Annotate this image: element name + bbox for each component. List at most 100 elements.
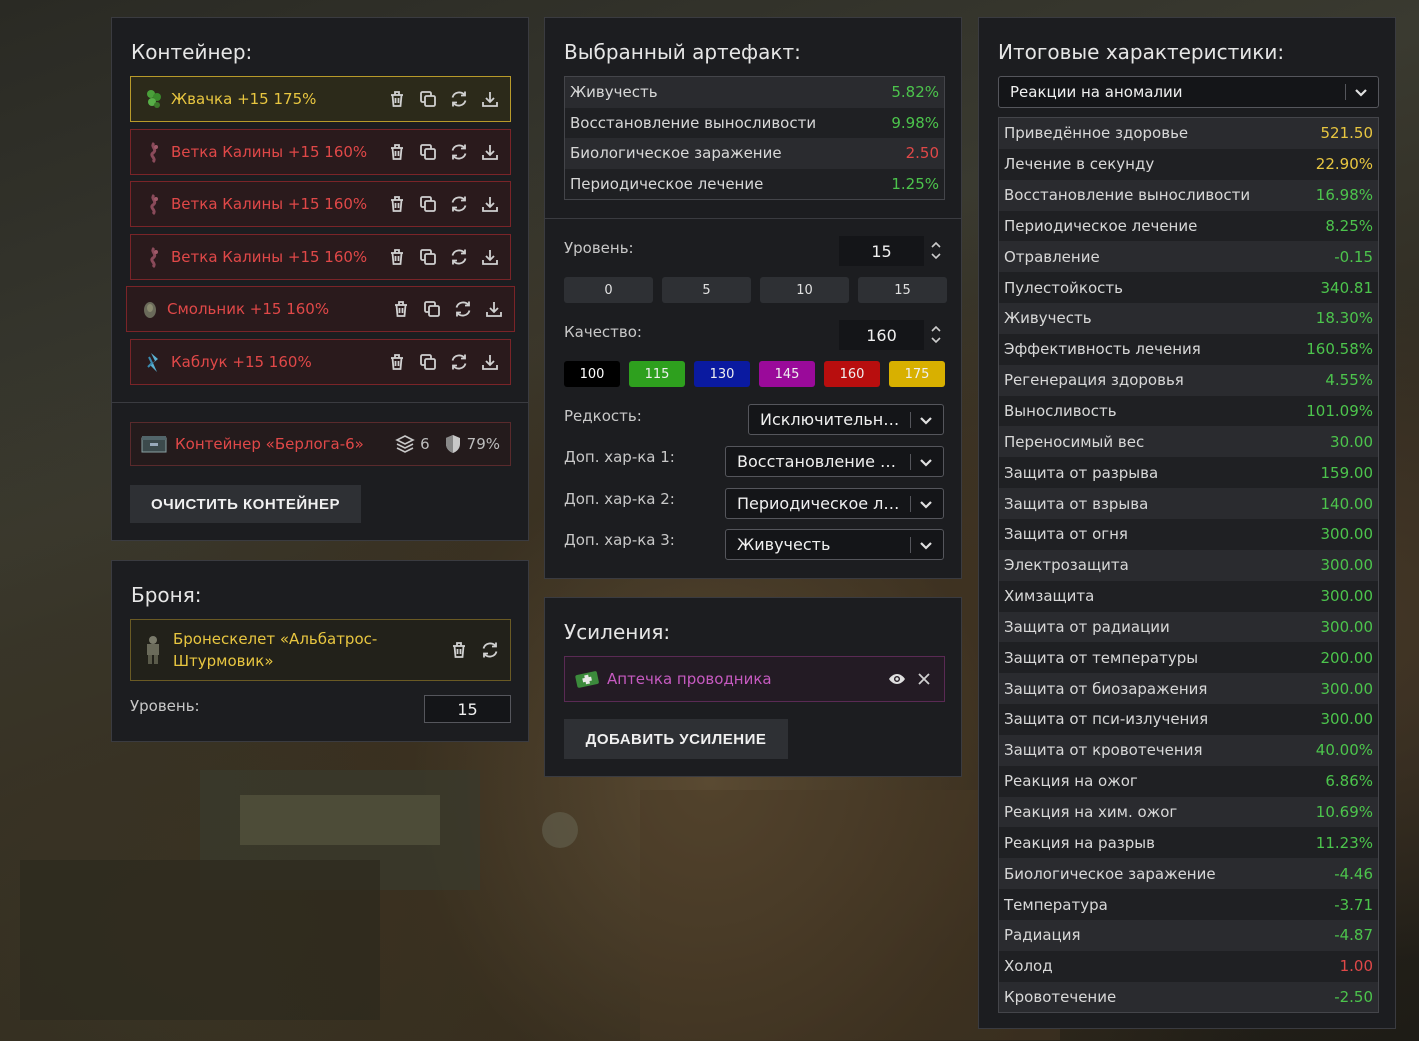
- kabluk-icon: [145, 351, 163, 373]
- copy-icon[interactable]: [417, 142, 438, 163]
- container-artifact-row[interactable]: Ветка Калины +15 160%: [130, 129, 511, 175]
- copy-icon[interactable]: [421, 299, 442, 320]
- container-artifact-row[interactable]: Ветка Калины +15 160%: [130, 234, 511, 280]
- stat-value: 6.86%: [1325, 772, 1373, 791]
- stat-value: 521.50: [1320, 124, 1374, 143]
- stat-name: Переносимый вес: [1004, 432, 1145, 451]
- chevron-down-icon: [919, 413, 943, 427]
- download-icon[interactable]: [479, 89, 500, 110]
- stat-row: Биологическое заражение -4.46: [999, 858, 1378, 890]
- extra3-select[interactable]: Живучесть: [725, 529, 944, 560]
- chevron-down-icon: [919, 497, 943, 511]
- rarity-select[interactable]: Исключительный: [748, 404, 944, 435]
- stat-value: 300.00: [1320, 525, 1374, 544]
- chevron-up-icon[interactable]: [930, 239, 942, 249]
- chevron-down-icon[interactable]: [930, 335, 942, 345]
- container-name: Контейнер «Берлога-6»: [175, 435, 364, 453]
- quality-spinner[interactable]: [930, 323, 942, 345]
- container-item[interactable]: Контейнер «Берлога-6» 6 79%: [130, 422, 511, 466]
- rarity-label: Редкость:: [564, 407, 642, 425]
- extra2-label: Доп. хар-ка 2:: [564, 490, 675, 508]
- refresh-icon[interactable]: [448, 89, 469, 110]
- quality-preset-button[interactable]: 130: [694, 361, 750, 387]
- stat-row: Защита от пси-излучения 300.00: [999, 704, 1378, 735]
- artifact-name: Ветка Калины +15 160%: [171, 195, 368, 213]
- stat-name: Регенерация здоровья: [1004, 371, 1184, 390]
- stat-row: Периодическое лечение 1.25%: [565, 168, 944, 199]
- copy-icon[interactable]: [417, 352, 438, 373]
- trash-icon[interactable]: [386, 194, 407, 215]
- copy-icon[interactable]: [417, 89, 438, 110]
- download-icon[interactable]: [479, 352, 500, 373]
- refresh-icon[interactable]: [452, 299, 473, 320]
- stat-name: Защита от огня: [1004, 525, 1128, 544]
- stats-filter-select[interactable]: Реакции на аномалии: [998, 76, 1379, 108]
- add-boost-button[interactable]: ДОБАВИТЬ УСИЛЕНИЕ: [564, 719, 788, 759]
- shield-icon: [445, 435, 460, 453]
- trash-icon[interactable]: [386, 142, 407, 163]
- copy-icon[interactable]: [417, 194, 438, 215]
- container-artifact-row[interactable]: Жвачка +15 175%: [130, 76, 511, 122]
- chevron-down-icon[interactable]: [930, 251, 942, 261]
- kalina-branch-icon: [145, 193, 163, 215]
- gum-artifact-icon: [145, 88, 163, 110]
- level-preset-button[interactable]: 15: [858, 277, 947, 303]
- quality-preset-button[interactable]: 115: [629, 361, 685, 387]
- level-preset-button[interactable]: 0: [564, 277, 653, 303]
- refresh-icon[interactable]: [448, 194, 469, 215]
- extra1-select[interactable]: Восстановление выносливости: [725, 446, 944, 477]
- refresh-icon[interactable]: [479, 640, 500, 661]
- refresh-icon[interactable]: [448, 142, 469, 163]
- container-panel: Контейнер: Жвачка +15 175% Ветка Калины +…: [111, 17, 529, 541]
- stat-name: Кровотечение: [1004, 988, 1117, 1007]
- stat-name: Эффективность лечения: [1004, 340, 1201, 359]
- quality-preset-button[interactable]: 160: [824, 361, 880, 387]
- stat-name: Приведённое здоровье: [1004, 124, 1189, 143]
- extra2-select[interactable]: Периодическое лечение: [725, 488, 944, 519]
- total-stats-title: Итоговые характеристики:: [998, 40, 1285, 64]
- boost-item[interactable]: Аптечка проводника: [564, 656, 945, 702]
- container-artifact-row[interactable]: Ветка Калины +15 160%: [130, 181, 511, 227]
- quality-preset-button[interactable]: 175: [889, 361, 945, 387]
- armor-item[interactable]: Бронескелет «Альбатрос-Штурмовик»: [130, 619, 511, 681]
- stat-name: Реакция на ожог: [1004, 772, 1138, 791]
- chevron-up-icon[interactable]: [930, 323, 942, 333]
- download-icon[interactable]: [479, 194, 500, 215]
- clear-container-button[interactable]: ОЧИСТИТЬ КОНТЕЙНЕР: [130, 485, 361, 523]
- trash-icon[interactable]: [386, 247, 407, 268]
- stat-name: Биологическое заражение: [570, 144, 782, 163]
- refresh-icon[interactable]: [448, 247, 469, 268]
- level-preset-button[interactable]: 5: [662, 277, 751, 303]
- container-artifact-row[interactable]: Смольник +15 160%: [126, 286, 515, 332]
- quality-preset-button[interactable]: 145: [759, 361, 815, 387]
- artifact-name: Ветка Калины +15 160%: [171, 248, 368, 266]
- armor-level-input[interactable]: 15: [424, 695, 511, 723]
- stat-name: Химзащита: [1004, 587, 1095, 606]
- artifact-name: Жвачка +15 175%: [171, 90, 317, 108]
- stat-value: 11.23%: [1315, 833, 1373, 852]
- trash-icon[interactable]: [390, 299, 411, 320]
- chevron-down-icon: [919, 538, 943, 552]
- level-spinner[interactable]: [930, 239, 942, 261]
- trash-icon[interactable]: [448, 640, 469, 661]
- eye-icon[interactable]: [886, 669, 907, 690]
- download-icon[interactable]: [479, 247, 500, 268]
- close-icon[interactable]: [913, 669, 934, 690]
- quality-input[interactable]: 160: [839, 320, 924, 350]
- selected-divider: [545, 218, 961, 219]
- container-slots-value: 6: [420, 435, 430, 453]
- copy-icon[interactable]: [417, 247, 438, 268]
- level-input[interactable]: 15: [839, 236, 924, 266]
- stat-value: 9.98%: [891, 113, 939, 132]
- refresh-icon[interactable]: [448, 352, 469, 373]
- stat-value: 159.00: [1320, 463, 1374, 482]
- download-icon[interactable]: [483, 299, 504, 320]
- container-artifact-row[interactable]: Каблук +15 160%: [130, 339, 511, 385]
- container-divider: [112, 402, 528, 403]
- trash-icon[interactable]: [386, 89, 407, 110]
- stat-row: Холод 1.00: [999, 950, 1378, 982]
- trash-icon[interactable]: [386, 352, 407, 373]
- quality-preset-button[interactable]: 100: [564, 361, 620, 387]
- download-icon[interactable]: [479, 142, 500, 163]
- level-preset-button[interactable]: 10: [760, 277, 849, 303]
